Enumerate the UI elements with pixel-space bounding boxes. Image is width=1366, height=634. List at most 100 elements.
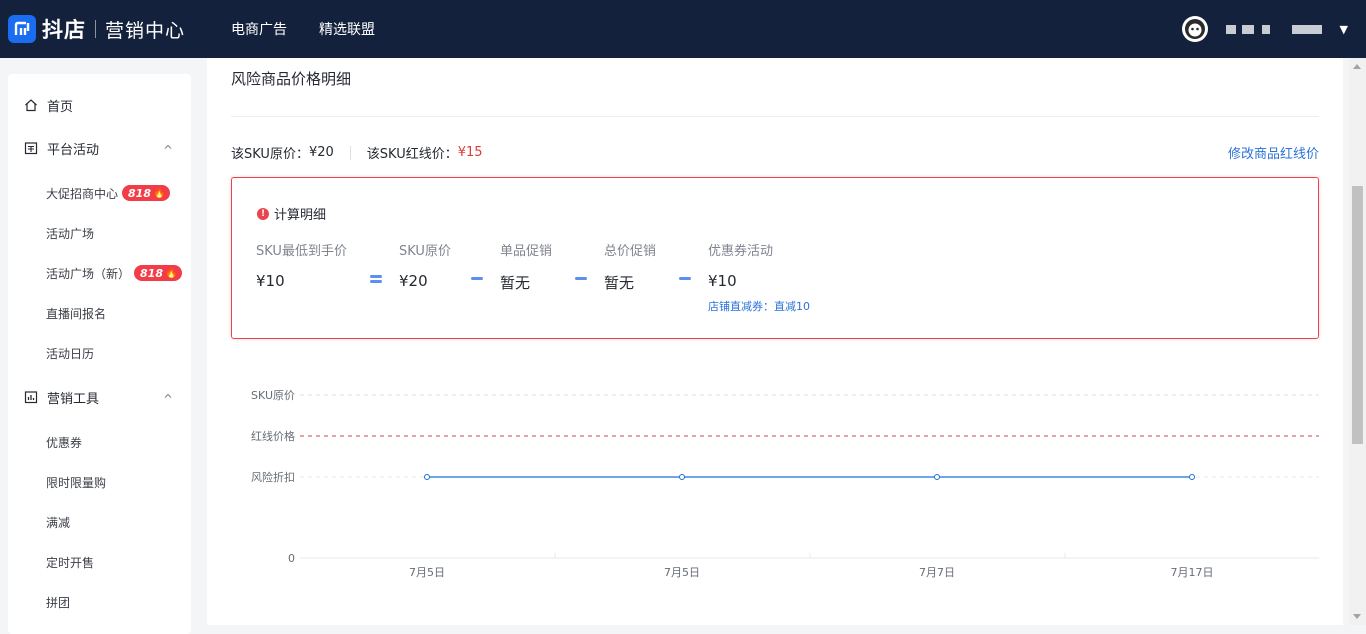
data-point bbox=[424, 474, 430, 480]
calc-col-lowest-price: SKU最低到手价 ¥10 bbox=[256, 240, 347, 290]
sku-redline-label: 该SKU红线价： bbox=[366, 147, 458, 162]
badge-818: 818 🔥 bbox=[122, 185, 171, 201]
brand-subtitle: 营销中心 bbox=[105, 19, 186, 42]
sidebar-item-coupon[interactable]: 优惠券 bbox=[8, 431, 191, 453]
sidebar-group-label: 平台活动 bbox=[47, 142, 100, 158]
x-tick-label: 7月7日 bbox=[919, 566, 955, 579]
title-divider bbox=[231, 116, 1319, 117]
sidebar-item-label: 活动日历 bbox=[46, 346, 95, 361]
main-content: 风险商品价格明细 该SKU原价： ¥20 该SKU红线价： ¥15 修改商品红线… bbox=[207, 58, 1343, 625]
chart-icon bbox=[24, 391, 38, 404]
calc-col-coupon: 优惠券活动 ¥10 店铺直减券：直减10 bbox=[708, 240, 810, 314]
sidebar-item-promo-center[interactable]: 大促招商中心 818 🔥 bbox=[8, 182, 191, 204]
sku-original-label: 该SKU原价： bbox=[231, 147, 309, 162]
chevron-up-icon bbox=[164, 144, 172, 149]
calc-label: SKU最低到手价 bbox=[256, 244, 347, 259]
calc-title: ! 计算明细 bbox=[257, 204, 326, 223]
x-tick-label: 7月5日 bbox=[409, 566, 445, 579]
sidebar-item-label: 首页 bbox=[47, 99, 74, 115]
sidebar-group-label: 营销工具 bbox=[47, 391, 100, 407]
sidebar-item-group-buy[interactable]: 拼团 bbox=[8, 591, 191, 613]
sidebar-item-scheduled-sale[interactable]: 定时开售 bbox=[8, 551, 191, 573]
divider bbox=[349, 145, 351, 160]
calc-value: 暂无 bbox=[604, 274, 635, 292]
sidebar-item-activity-calendar[interactable]: 活动日历 bbox=[8, 342, 191, 364]
logo-divider bbox=[95, 20, 96, 38]
coupon-note[interactable]: 店铺直减券：直减10 bbox=[708, 298, 810, 314]
calc-value: ¥10 bbox=[256, 272, 285, 290]
calc-value: 暂无 bbox=[500, 274, 531, 292]
calc-label: 优惠券活动 bbox=[708, 244, 774, 259]
data-point bbox=[679, 474, 685, 480]
brand-name: 抖店 bbox=[42, 18, 86, 42]
sidebar-group-platform-activity[interactable]: 平台活动 bbox=[8, 137, 191, 159]
sidebar: 首页 平台活动 大促招商中心 818 🔥 活动广场 活动广场（新） 818 🔥 直播… bbox=[8, 74, 191, 634]
sidebar-item-full-reduction[interactable]: 满减 bbox=[8, 511, 191, 533]
modify-redline-price-link[interactable]: 修改商品红线价 bbox=[1228, 143, 1319, 162]
sidebar-group-marketing-tools[interactable]: 营销工具 bbox=[8, 386, 191, 408]
chevron-up-icon bbox=[164, 393, 172, 398]
user-menu[interactable]: ▼ bbox=[1181, 0, 1348, 58]
calc-col-single-promo: 单品促销 暂无 bbox=[500, 240, 552, 293]
redacted-username bbox=[1225, 24, 1236, 34]
calc-title-text: 计算明细 bbox=[274, 208, 327, 223]
calc-value: ¥10 bbox=[708, 272, 737, 290]
calc-label: 总价促销 bbox=[604, 244, 657, 259]
sidebar-item-home[interactable]: 首页 bbox=[8, 94, 191, 116]
sku-price-summary: 该SKU原价： ¥20 该SKU红线价： ¥15 bbox=[231, 143, 483, 162]
redacted-username bbox=[1241, 24, 1254, 34]
sidebar-item-limited-purchase[interactable]: 限时限量购 bbox=[8, 471, 191, 493]
sidebar-item-label: 满减 bbox=[46, 515, 71, 530]
sku-redline-value: ¥15 bbox=[457, 145, 483, 160]
flame-icon: 🔥 bbox=[152, 187, 166, 199]
warning-icon: ! bbox=[257, 207, 269, 220]
sidebar-item-activity-square[interactable]: 活动广场 bbox=[8, 222, 191, 244]
chevron-down-icon[interactable]: ▼ bbox=[1340, 23, 1348, 36]
nav-ecommerce-ads[interactable]: 电商广告 bbox=[231, 19, 287, 39]
scrollbar-thumb[interactable] bbox=[1352, 186, 1363, 444]
home-icon bbox=[25, 99, 37, 112]
scrollbar[interactable] bbox=[1349, 58, 1366, 625]
calculation-detail-box: ! 计算明细 SKU最低到手价 ¥10 SKU原价 ¥20 单品促销 暂无 总价… bbox=[231, 177, 1319, 339]
sidebar-item-label: 大促招商中心 bbox=[46, 186, 119, 201]
minus-icon bbox=[471, 277, 483, 280]
badge-818: 818 🔥 bbox=[134, 265, 183, 281]
y-tick-label: 红线价格 bbox=[251, 429, 295, 443]
calc-value: ¥20 bbox=[399, 272, 428, 290]
minus-icon bbox=[575, 277, 587, 280]
sidebar-item-label: 优惠券 bbox=[46, 435, 83, 450]
equals-icon bbox=[370, 275, 382, 283]
nav-selected-alliance[interactable]: 精选联盟 bbox=[319, 19, 375, 39]
y-tick-label: SKU原价 bbox=[251, 389, 295, 402]
sidebar-item-live-signup[interactable]: 直播间报名 bbox=[8, 302, 191, 324]
sidebar-item-label: 拼团 bbox=[46, 595, 71, 610]
sidebar-item-activity-square-new[interactable]: 活动广场（新） 818 🔥 bbox=[8, 262, 191, 284]
y-tick-label: 风险折扣 bbox=[251, 470, 295, 484]
sidebar-item-label: 定时开售 bbox=[46, 555, 95, 570]
scroll-up-arrow-icon[interactable] bbox=[1353, 64, 1361, 69]
scroll-down-arrow-icon[interactable] bbox=[1353, 614, 1361, 619]
sidebar-item-label: 限时限量购 bbox=[46, 475, 107, 490]
redacted-username bbox=[1261, 24, 1270, 34]
price-trend-chart: SKU原价红线价格风险折扣 0 7月5日 7月5日 7月7日 7月17日 bbox=[251, 389, 1319, 579]
calc-label: SKU原价 bbox=[399, 244, 451, 259]
logo[interactable]: 抖店 营销中心 bbox=[8, 14, 185, 44]
sidebar-item-label: 活动广场 bbox=[46, 226, 95, 241]
sidebar-item-label: 活动广场（新） bbox=[46, 266, 131, 281]
flame-icon: 🔥 bbox=[164, 267, 178, 279]
calc-col-sku-original: SKU原价 ¥20 bbox=[399, 240, 451, 290]
avatar[interactable] bbox=[1181, 16, 1208, 42]
page-title: 风险商品价格明细 bbox=[231, 70, 352, 88]
x-tick-label: 7月5日 bbox=[664, 566, 700, 579]
sku-original-value: ¥20 bbox=[308, 145, 334, 160]
calc-col-total-promo: 总价促销 暂无 bbox=[604, 240, 656, 293]
redacted-shop-name bbox=[1291, 24, 1322, 34]
y-tick-label: 0 bbox=[288, 552, 295, 565]
top-bar: 抖店 营销中心 电商广告 精选联盟 ▼ bbox=[0, 0, 1366, 58]
x-tick-label: 7月17日 bbox=[1171, 566, 1214, 579]
minus-icon bbox=[679, 277, 691, 280]
calendar-icon bbox=[24, 142, 38, 155]
sidebar-item-label: 直播间报名 bbox=[46, 306, 107, 321]
calc-label: 单品促销 bbox=[500, 244, 553, 259]
data-point bbox=[934, 474, 940, 480]
